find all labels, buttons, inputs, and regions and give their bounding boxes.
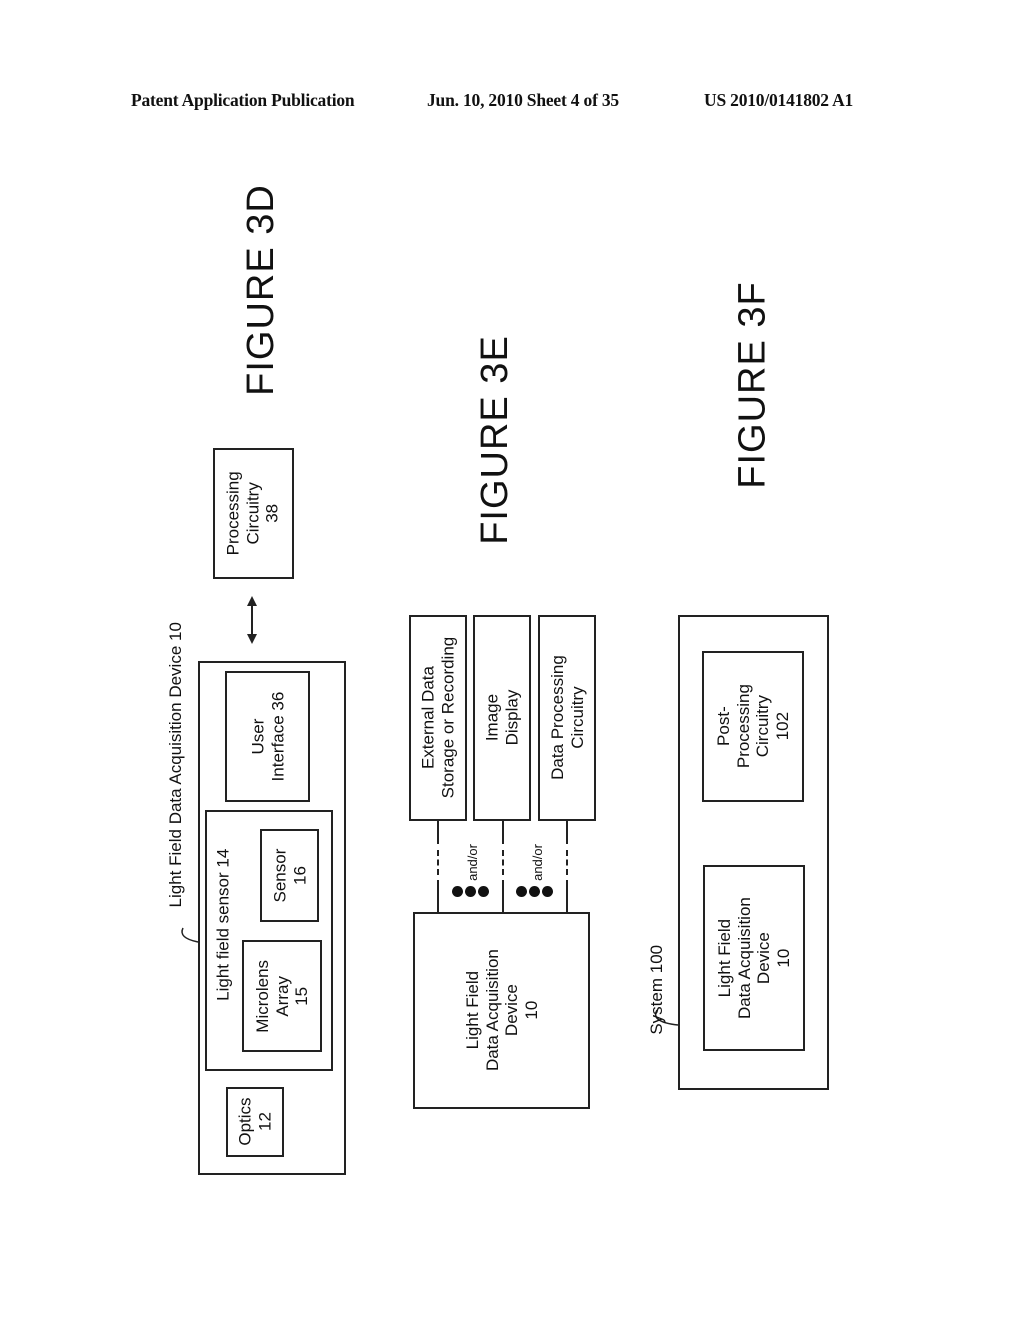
post-processing-label-wrap: Post- Processing Circuitry 102 <box>702 651 804 802</box>
connector-display-bottom <box>502 880 504 913</box>
and-or-2-wrap: and/or <box>525 840 551 884</box>
and-or-label-1: and/or <box>464 843 480 881</box>
light-field-device-3e-label: Light Field Data Acquisition Device 10 <box>462 949 541 1072</box>
microlens-label-wrap: Microlens Array 15 <box>242 940 322 1052</box>
connector-processing-bottom <box>566 880 568 913</box>
light-field-sensor-label-wrap: Light field sensor 14 <box>208 830 238 1020</box>
figure-3f-label: FIGURE 3F <box>728 281 778 488</box>
figure-3f-label-text: FIGURE 3F <box>732 281 774 489</box>
light-field-device-3f-label: Light Field Data Acquisition Device 10 <box>714 897 793 1019</box>
ellipsis-dot <box>452 886 463 897</box>
and-or-1-wrap: and/or <box>460 840 486 884</box>
image-display-label-wrap: Image Display <box>473 615 531 821</box>
sensor-label: Sensor 16 <box>269 848 309 903</box>
optics-label: Optics 12 <box>235 1097 274 1147</box>
external-storage-label: External Data Storage or Recording <box>418 637 457 799</box>
ellipsis-dot <box>516 886 527 897</box>
connector-processing-top <box>566 821 568 844</box>
ellipsis-dot <box>478 886 489 897</box>
post-processing-label: Post- Processing Circuitry 102 <box>713 684 792 769</box>
figure-3e-label: FIGURE 3E <box>470 335 520 545</box>
external-storage-label-wrap: External Data Storage or Recording <box>409 615 467 821</box>
connector-display-top <box>502 821 504 844</box>
ellipsis-dot <box>465 886 476 897</box>
light-field-device-3f-label-wrap: Light Field Data Acquisition Device 10 <box>703 865 805 1051</box>
ellipsis-dot <box>542 886 553 897</box>
user-interface-label: User Interface 36 <box>247 691 287 782</box>
system-100-label: System 100 <box>647 945 667 1035</box>
optics-label-wrap: Optics 12 <box>226 1087 284 1157</box>
image-display-label: Image Display <box>482 690 521 746</box>
and-or-label-2: and/or <box>529 843 545 881</box>
microlens-array-label: Microlens Array 15 <box>252 959 311 1033</box>
light-field-device-3e-label-wrap: Light Field Data Acquisition Device 10 <box>413 912 590 1109</box>
data-processing-label: Data Processing Circuitry <box>547 655 587 781</box>
system-100-label-wrap: System 100 <box>642 945 672 1035</box>
light-field-sensor-label: Light field sensor 14 <box>213 848 233 1002</box>
connector-processing-dash <box>566 850 568 875</box>
device-10-label-wrap: Light Field Data Acquisition Device 10 <box>158 600 194 930</box>
ellipsis-dot <box>529 886 540 897</box>
sensor-label-wrap: Sensor 16 <box>260 829 319 922</box>
data-processing-label-wrap: Data Processing Circuitry <box>538 615 596 821</box>
connector-storage-top <box>437 821 439 844</box>
connector-storage-dash <box>437 850 439 875</box>
device-10-label: Light Field Data Acquisition Device 10 <box>166 622 186 908</box>
figure-3e-label-text: FIGURE 3E <box>474 335 517 545</box>
connector-storage-bottom <box>437 880 439 913</box>
connector-display-dash <box>502 850 504 875</box>
user-interface-label-wrap: User Interface 36 <box>225 671 310 802</box>
